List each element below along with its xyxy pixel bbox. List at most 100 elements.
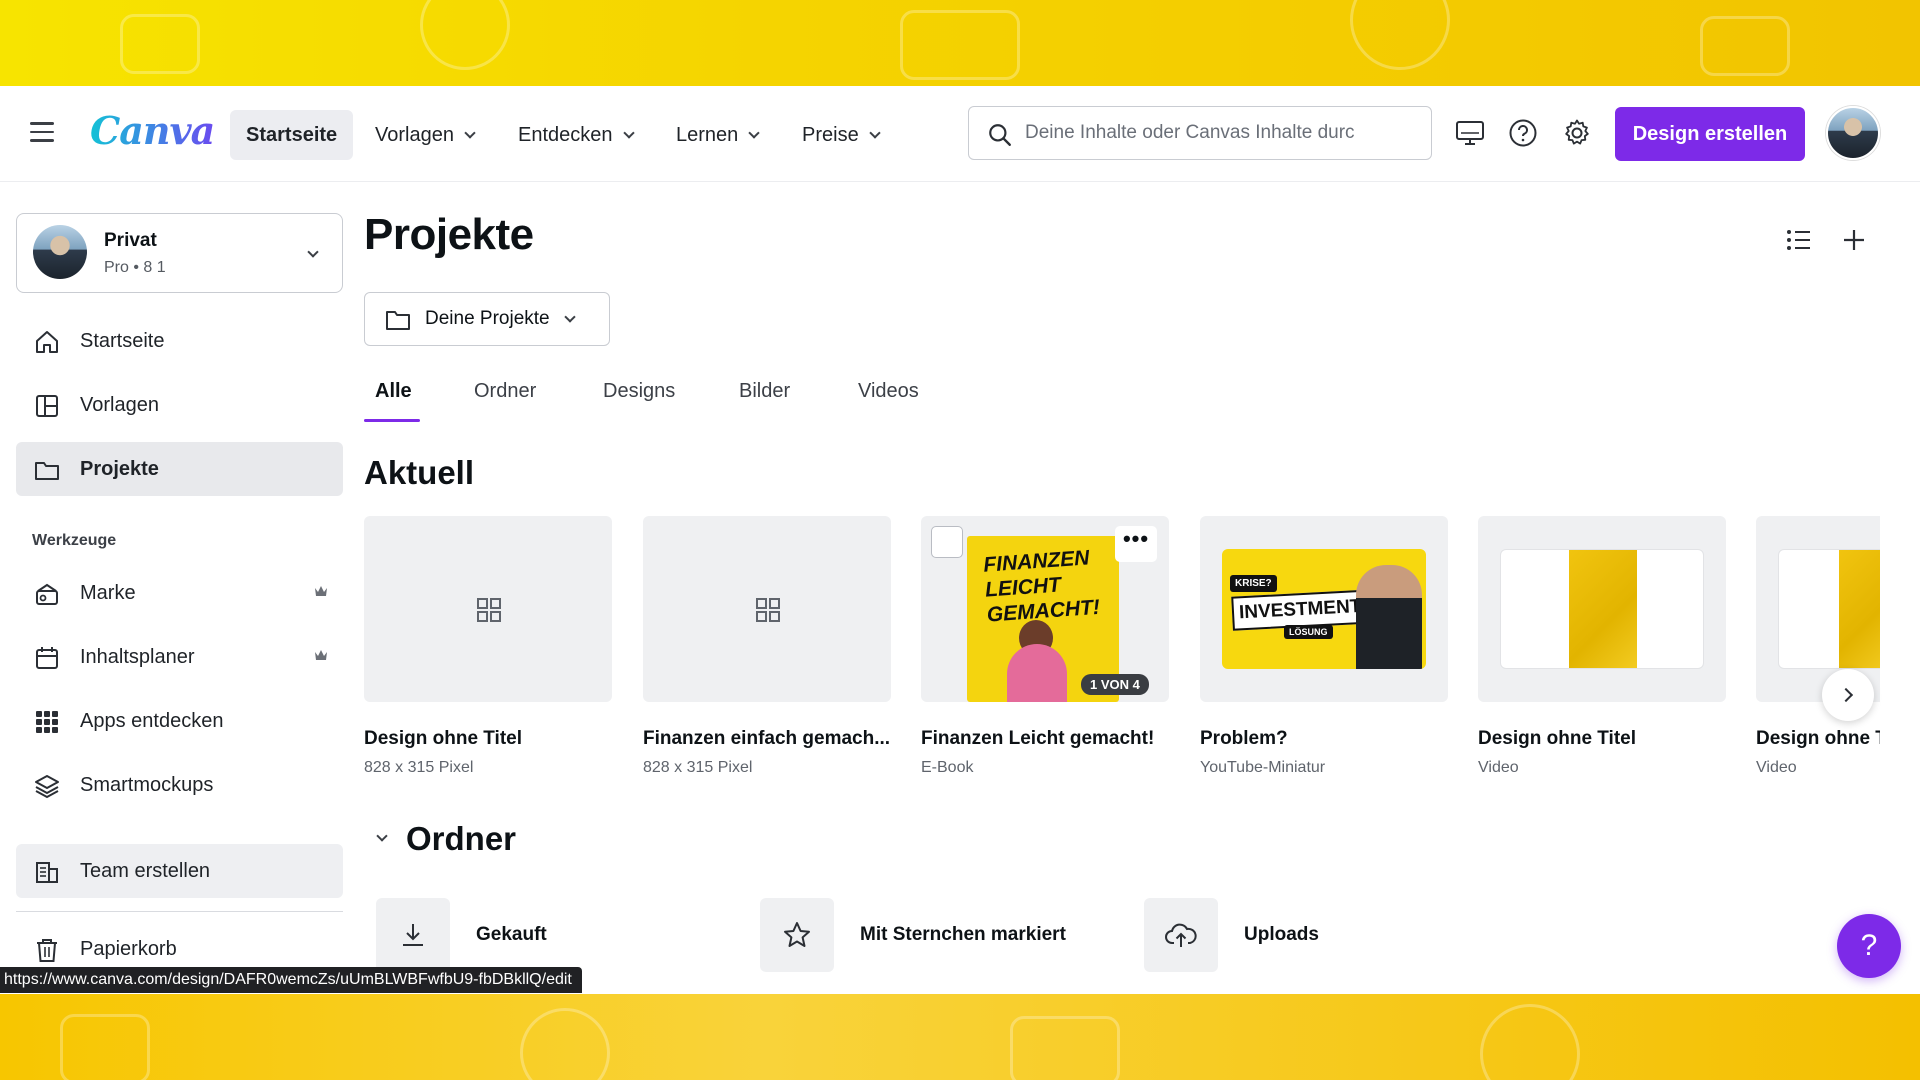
layers-icon bbox=[35, 775, 59, 799]
design-card-hovered[interactable]: FINANZEN LEICHT GEMACHT! ••• 1 VON 4 Fin… bbox=[921, 516, 1169, 777]
youtube-thumbnail-image: KRISE? INVESTMENT! LÖSUNG bbox=[1222, 549, 1426, 669]
nav-label: Vorlagen bbox=[375, 123, 454, 146]
design-card[interactable]: Finanzen einfach gemach... 828 x 315 Pix… bbox=[643, 516, 891, 777]
thumb-text-loesung: LÖSUNG bbox=[1284, 625, 1333, 639]
sidebar-divider bbox=[16, 911, 343, 912]
search-icon bbox=[989, 124, 1011, 146]
sidebar-item-vorlagen[interactable]: Vorlagen bbox=[16, 378, 343, 432]
sidebar-item-label: Inhaltsplaner bbox=[80, 645, 195, 668]
cloud-upload-icon bbox=[1165, 923, 1197, 947]
design-card[interactable]: Design ohne T Video bbox=[1756, 516, 1880, 777]
ebook-cover-title: FINANZEN LEICHT GEMACHT! bbox=[982, 546, 1101, 627]
design-card[interactable]: Design ohne Titel Video bbox=[1478, 516, 1726, 777]
tab-bilder[interactable]: Bilder bbox=[729, 380, 800, 426]
design-title: Design ohne Titel bbox=[364, 728, 523, 749]
tab-designs[interactable]: Designs bbox=[593, 380, 685, 426]
sidebar-item-projekte[interactable]: Projekte bbox=[16, 442, 343, 496]
sidebar-item-inhaltsplaner[interactable]: Inhaltsplaner bbox=[16, 630, 343, 684]
thumb-person bbox=[1356, 565, 1422, 669]
design-meta: 828 x 315 Pixel bbox=[364, 759, 474, 776]
design-title: Finanzen einfach gemach... bbox=[643, 728, 891, 749]
design-meta: Video bbox=[1756, 759, 1797, 776]
chevron-down-icon bbox=[563, 310, 576, 323]
sidebar-item-marke[interactable]: Marke bbox=[16, 566, 343, 620]
crown-icon bbox=[315, 650, 327, 660]
account-name: Privat bbox=[104, 230, 157, 251]
folder-icon bbox=[35, 462, 59, 480]
select-checkbox[interactable] bbox=[931, 526, 963, 558]
user-avatar[interactable] bbox=[1826, 106, 1880, 160]
sidebar-item-label: Projekte bbox=[80, 457, 159, 480]
more-options-button[interactable]: ••• bbox=[1115, 526, 1157, 562]
list-view-icon[interactable] bbox=[1786, 228, 1812, 252]
folders-section-toggle[interactable]: Ordner bbox=[374, 820, 516, 858]
star-icon bbox=[784, 922, 810, 947]
cover-figure bbox=[1007, 644, 1067, 702]
chevron-down-icon bbox=[307, 246, 319, 258]
sidebar-item-team-erstellen[interactable]: Team erstellen bbox=[16, 844, 343, 898]
thumb-text-krise: KRISE? bbox=[1230, 575, 1277, 592]
plus-icon[interactable] bbox=[1842, 228, 1866, 252]
settings-gear-icon[interactable] bbox=[1560, 116, 1594, 150]
design-title: Design ohne T bbox=[1756, 728, 1880, 749]
tab-videos[interactable]: Videos bbox=[848, 380, 929, 426]
design-title: Finanzen Leicht gemacht! bbox=[921, 728, 1155, 749]
folder-icon-box bbox=[1144, 898, 1218, 972]
folder-label: Mit Sternchen markiert bbox=[860, 924, 1066, 945]
canva-app-window: Canva Startseite Vorlagen Entdecken Lern… bbox=[0, 86, 1920, 994]
nav-vorlagen[interactable]: Vorlagen bbox=[359, 110, 490, 160]
search-box[interactable] bbox=[968, 106, 1432, 160]
layout-grid-icon bbox=[477, 598, 501, 622]
nav-startseite[interactable]: Startseite bbox=[230, 110, 354, 160]
nav-entdecken[interactable]: Entdecken bbox=[502, 110, 649, 160]
recent-heading: Aktuell bbox=[364, 454, 475, 491]
help-chat-button[interactable]: ? bbox=[1837, 914, 1901, 978]
sidebar-item-smartmockups[interactable]: Smartmockups bbox=[16, 758, 343, 812]
design-erstellen-button[interactable]: Design erstellen bbox=[1615, 107, 1805, 161]
tab-ordner[interactable]: Ordner bbox=[464, 380, 546, 426]
account-switcher[interactable]: Privat Pro • 8 1 bbox=[16, 213, 343, 293]
dropdown-label: Deine Projekte bbox=[425, 308, 550, 329]
nav-preise[interactable]: Preise bbox=[786, 110, 895, 160]
folder-label: Gekauft bbox=[476, 924, 547, 945]
sidebar-item-label: Team erstellen bbox=[80, 859, 211, 882]
folder-gekauft[interactable]: Gekauft bbox=[376, 898, 547, 972]
banner-doodle bbox=[120, 14, 200, 74]
search-input[interactable] bbox=[1025, 122, 1405, 144]
help-icon[interactable] bbox=[1506, 116, 1540, 150]
chevron-down-icon bbox=[464, 126, 476, 139]
banner-doodle bbox=[1010, 1016, 1120, 1080]
nav-label: Lernen bbox=[676, 123, 739, 146]
folder-starred[interactable]: Mit Sternchen markiert bbox=[760, 898, 1066, 972]
banner-doodle bbox=[1350, 0, 1450, 70]
design-card[interactable]: KRISE? INVESTMENT! LÖSUNG Problem? YouTu… bbox=[1200, 516, 1448, 777]
top-banner bbox=[0, 0, 1920, 86]
folder-icon-box bbox=[376, 898, 450, 972]
desktop-app-icon[interactable] bbox=[1453, 116, 1487, 150]
design-thumbnail bbox=[643, 516, 891, 702]
canva-logo[interactable]: Canva bbox=[90, 108, 215, 153]
folder-icon bbox=[386, 311, 410, 330]
projects-folder-dropdown[interactable]: Deine Projekte bbox=[364, 292, 610, 346]
nav-label: Entdecken bbox=[518, 123, 613, 146]
sidebar-item-label: Startseite bbox=[80, 329, 165, 352]
sidebar-item-startseite[interactable]: Startseite bbox=[16, 314, 343, 368]
design-thumbnail: KRISE? INVESTMENT! LÖSUNG bbox=[1200, 516, 1448, 702]
team-building-icon bbox=[36, 862, 58, 883]
video-thumbnail-image bbox=[1500, 549, 1704, 669]
nav-lernen[interactable]: Lernen bbox=[660, 110, 774, 160]
carousel-edge bbox=[1882, 506, 1920, 866]
home-icon bbox=[36, 331, 58, 353]
banner-doodle bbox=[520, 1008, 610, 1080]
banner-doodle bbox=[900, 10, 1020, 80]
page-title: Projekte bbox=[364, 210, 534, 259]
sidebar-item-apps[interactable]: Apps entdecken bbox=[16, 694, 343, 748]
folder-uploads[interactable]: Uploads bbox=[1144, 898, 1319, 972]
calendar-icon bbox=[36, 647, 58, 669]
carousel-next-button[interactable] bbox=[1822, 669, 1874, 721]
menu-icon[interactable] bbox=[30, 122, 54, 144]
banner-doodle bbox=[60, 1014, 150, 1080]
bottom-banner bbox=[0, 994, 1920, 1080]
design-card[interactable]: Design ohne Titel 828 x 315 Pixel bbox=[364, 516, 612, 777]
chevron-down-icon bbox=[869, 126, 881, 139]
